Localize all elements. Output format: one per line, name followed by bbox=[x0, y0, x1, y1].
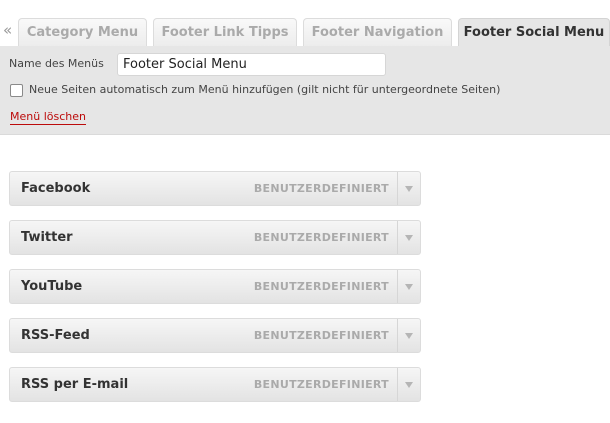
menu-item-type: BENUTZERDEFINIERT bbox=[253, 329, 389, 342]
menu-name-label: Name des Menüs bbox=[9, 57, 104, 70]
triangle-down-icon bbox=[405, 381, 413, 388]
menu-items-list: Facebook BENUTZERDEFINIERT Twitter BENUT… bbox=[9, 171, 421, 416]
menu-item-twitter[interactable]: Twitter BENUTZERDEFINIERT bbox=[9, 220, 421, 255]
tab-footer-social-menu[interactable]: Footer Social Menu bbox=[458, 18, 610, 48]
menu-item-expand-toggle[interactable] bbox=[397, 368, 420, 401]
menu-item-title: RSS per E-mail bbox=[21, 377, 129, 392]
menu-item-rss-feed[interactable]: RSS-Feed BENUTZERDEFINIERT bbox=[9, 318, 421, 353]
menu-item-facebook[interactable]: Facebook BENUTZERDEFINIERT bbox=[9, 171, 421, 206]
menu-name-input[interactable] bbox=[117, 53, 386, 76]
tab-footer-navigation[interactable]: Footer Navigation bbox=[303, 18, 452, 47]
tab-category-menu[interactable]: Category Menu bbox=[18, 18, 147, 47]
menu-item-title: RSS-Feed bbox=[21, 328, 90, 343]
auto-add-pages-label: Neue Seiten automatisch zum Menü hinzufü… bbox=[29, 83, 501, 96]
menu-item-title: Twitter bbox=[21, 230, 73, 245]
auto-add-pages-checkbox[interactable] bbox=[10, 84, 23, 97]
triangle-down-icon bbox=[405, 234, 413, 241]
menu-item-expand-toggle[interactable] bbox=[397, 319, 420, 352]
menu-item-rss-email[interactable]: RSS per E-mail BENUTZERDEFINIERT bbox=[9, 367, 421, 402]
menu-item-expand-toggle[interactable] bbox=[397, 172, 420, 205]
triangle-down-icon bbox=[405, 185, 413, 192]
menu-item-expand-toggle[interactable] bbox=[397, 221, 420, 254]
tabs-scroll-left-icon[interactable]: « bbox=[3, 22, 12, 38]
delete-menu-link[interactable]: Menü löschen bbox=[10, 110, 86, 125]
menu-tabs-bar: « Category Menu Footer Link Tipps Footer… bbox=[0, 0, 610, 48]
triangle-down-icon bbox=[405, 283, 413, 290]
menu-item-type: BENUTZERDEFINIERT bbox=[253, 231, 389, 244]
menu-item-title: Facebook bbox=[21, 181, 91, 196]
menu-item-type: BENUTZERDEFINIERT bbox=[253, 280, 389, 293]
menu-settings-panel: Name des Menüs Neue Seiten automatisch z… bbox=[0, 46, 610, 135]
triangle-down-icon bbox=[405, 332, 413, 339]
menu-item-title: YouTube bbox=[21, 279, 83, 294]
menu-item-youtube[interactable]: YouTube BENUTZERDEFINIERT bbox=[9, 269, 421, 304]
menu-item-type: BENUTZERDEFINIERT bbox=[253, 378, 389, 391]
menu-item-expand-toggle[interactable] bbox=[397, 270, 420, 303]
tab-footer-link-tipps[interactable]: Footer Link Tipps bbox=[153, 18, 297, 47]
menu-item-type: BENUTZERDEFINIERT bbox=[253, 182, 389, 195]
